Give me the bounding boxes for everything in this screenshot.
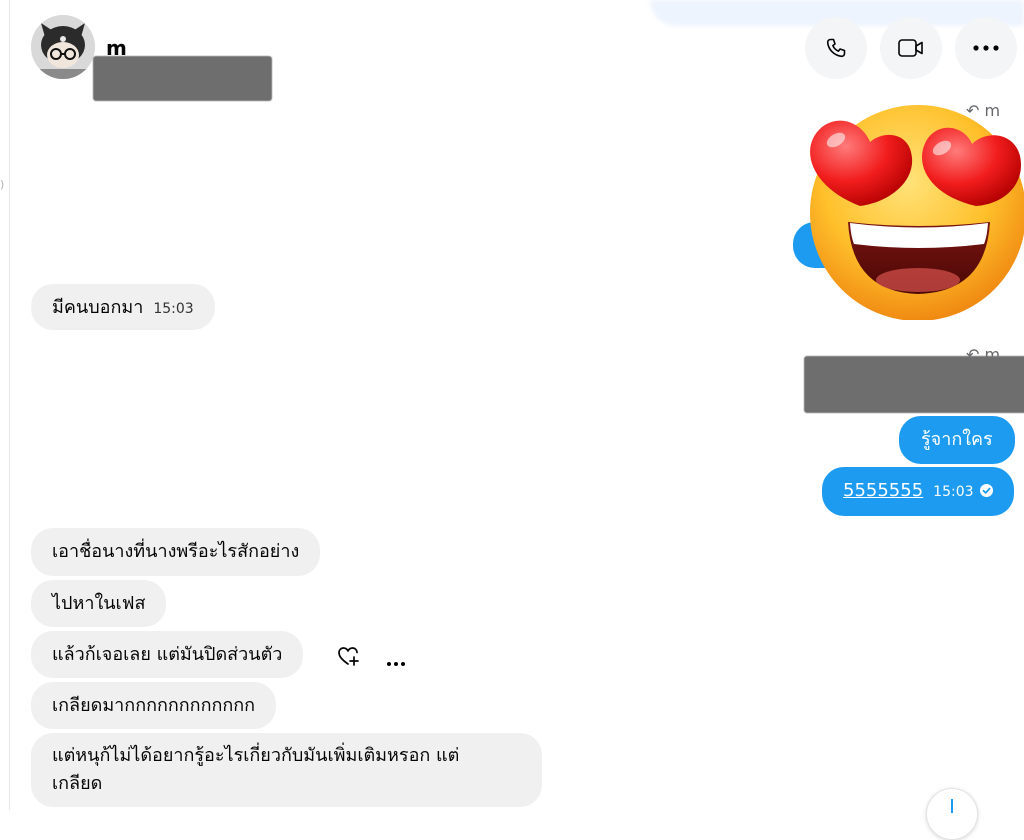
incoming-message-bubble[interactable]: ไปหาในเฟส [31, 580, 167, 627]
message-text: เกลียดมากกกกกกกกกกกก [52, 695, 256, 716]
message-text: ไปหาในเฟส [52, 593, 146, 614]
more-icon [973, 45, 999, 51]
message-text: เอาชื่อนางที่นางพรีอะไรสักอย่าง [52, 541, 300, 562]
arrow-down-icon [951, 799, 953, 813]
message-link[interactable]: 5555555 [843, 480, 923, 501]
incoming-message-bubble[interactable]: เอาชื่อนางที่นางพรีอะไรสักอย่าง [31, 528, 321, 576]
sidebar-edge-glyph: ) [0, 178, 5, 191]
message-time: 15:03 [153, 301, 194, 317]
message-more-button[interactable] [386, 652, 406, 671]
sidebar-edge [0, 0, 10, 810]
avatar[interactable] [31, 15, 95, 79]
incoming-message-bubble[interactable]: เกลียดมากกกกกกกกกกกก [31, 682, 277, 729]
message-text: แต่หนุก้ไม่ได้อยากรู้อะไรเกี่ยวกับมันเพิ… [52, 745, 460, 766]
heart-eyes-emoji [800, 92, 1024, 321]
call-button[interactable] [805, 17, 867, 79]
incoming-message-bubble[interactable]: แต่หนุก้ไม่ได้อยากรู้อะไรเกี่ยวกับมันเพิ… [31, 733, 542, 807]
outgoing-message-bubble[interactable]: รู้จากใคร [899, 416, 1015, 464]
redacted-message [804, 356, 1024, 413]
more-icon [387, 662, 405, 666]
incoming-message-bubble[interactable]: แล้วก้เจอเลย แต่มันปิดส่วนตัว [31, 631, 304, 678]
more-options-button[interactable] [955, 17, 1017, 79]
message-text: รู้จากใคร [921, 429, 993, 450]
message-text: แล้วก้เจอเลย แต่มันปิดส่วนตัว [52, 644, 283, 665]
message-text: มีคนบอกมา [52, 297, 144, 318]
video-icon [898, 39, 923, 57]
message-text: เกลียด [52, 773, 103, 794]
heart-plus-icon [338, 647, 359, 666]
outgoing-message-bubble[interactable]: 5555555 15:03 [822, 467, 1014, 516]
message-time: 15:03 [933, 484, 974, 500]
redacted-contact-info [93, 56, 272, 101]
scroll-to-bottom-button[interactable] [926, 788, 978, 840]
incoming-message-bubble[interactable]: มีคนบอกมา 15:03 [31, 284, 215, 330]
phone-icon [826, 38, 846, 58]
video-call-button[interactable] [880, 17, 942, 79]
react-button[interactable] [337, 645, 361, 671]
read-receipt-icon [979, 483, 993, 497]
